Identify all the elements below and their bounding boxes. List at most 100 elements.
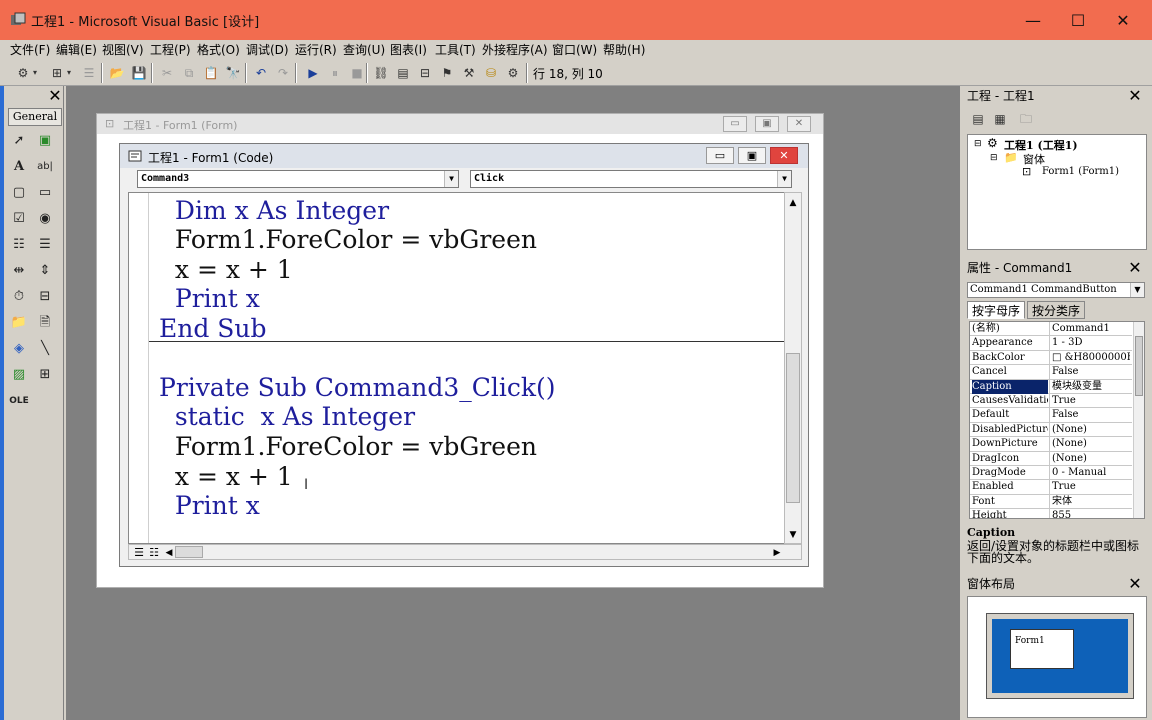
scroll-right-icon[interactable]: ▶ bbox=[769, 545, 785, 561]
horizontal-scroll-thumb[interactable] bbox=[175, 546, 203, 558]
paste-icon[interactable]: 📋 bbox=[202, 64, 220, 82]
code-editor[interactable]: Dim x As Integer Form1.ForeColor = vbGre… bbox=[128, 192, 785, 544]
code-vertical-scrollbar[interactable]: ▲ ▼ bbox=[784, 192, 802, 544]
find-icon[interactable]: 🔭 bbox=[224, 64, 242, 82]
menu-run[interactable]: 运行(R) bbox=[295, 40, 337, 60]
hscrollbar-tool-icon[interactable]: ⇹ bbox=[8, 260, 30, 282]
ole-tool-icon[interactable]: OLE bbox=[8, 390, 30, 412]
dirlistbox-tool-icon[interactable]: 📁 bbox=[8, 312, 30, 334]
property-value[interactable]: □ &H8000000F bbox=[1052, 351, 1130, 365]
property-value[interactable]: False bbox=[1052, 365, 1130, 379]
project-tree[interactable]: ⊟ ⚙ 工程1 (工程1) ⊟ 📁 窗体 ⊡ Form1 (Form1) bbox=[967, 134, 1147, 250]
toolbox-close-icon[interactable]: ✕ bbox=[46, 88, 64, 104]
code-line[interactable]: x = x + 1 bbox=[159, 462, 293, 492]
code-window-titlebar[interactable]: 工程1 - Form1 (Code) ▭ ▣ ✕ bbox=[120, 144, 808, 168]
property-row[interactable]: (名称) Command1 bbox=[970, 322, 1132, 337]
tab-alphabetic[interactable]: 按字母序 bbox=[967, 301, 1026, 319]
menu-file[interactable]: 文件(F) bbox=[10, 40, 50, 60]
property-row[interactable]: DragIcon (None) bbox=[970, 452, 1132, 466]
property-value[interactable]: False bbox=[1052, 408, 1130, 422]
data-view-icon[interactable]: ⛁ bbox=[482, 64, 500, 82]
commandbutton-tool-icon[interactable]: ▭ bbox=[34, 182, 56, 204]
scroll-up-icon[interactable]: ▲ bbox=[785, 195, 801, 211]
menu-format[interactable]: 格式(O) bbox=[197, 40, 240, 60]
menu-addins[interactable]: 外接程序(A) bbox=[482, 40, 548, 60]
listbox-tool-icon[interactable]: ☰ bbox=[34, 234, 56, 256]
code-line[interactable]: Print x bbox=[159, 284, 260, 314]
menu-view[interactable]: 视图(V) bbox=[102, 40, 144, 60]
component-manager-icon[interactable]: ⚙ bbox=[504, 64, 522, 82]
tree-collapse-icon[interactable]: ⊟ bbox=[990, 153, 998, 163]
scroll-down-icon[interactable]: ▼ bbox=[785, 527, 801, 543]
timer-tool-icon[interactable]: ⏱ bbox=[8, 286, 30, 308]
minimize-button[interactable]: — bbox=[1010, 6, 1056, 36]
project-explorer-icon[interactable]: ⛓ bbox=[372, 64, 390, 82]
property-row[interactable]: DragMode 0 - Manual bbox=[970, 466, 1132, 481]
chevron-down-icon[interactable]: ▼ bbox=[444, 171, 458, 187]
break-icon[interactable]: ⏸ bbox=[326, 64, 344, 82]
vscrollbar-tool-icon[interactable]: ⇕ bbox=[34, 260, 56, 282]
toggle-folders-icon[interactable]: 🗀 bbox=[1017, 110, 1035, 128]
property-row[interactable]: Default False bbox=[970, 408, 1132, 423]
property-row[interactable]: CausesValidation True bbox=[970, 394, 1132, 409]
tab-categorized[interactable]: 按分类序 bbox=[1027, 301, 1086, 319]
object-browser-icon[interactable]: ⚑ bbox=[438, 64, 456, 82]
save-project-icon[interactable]: 💾 bbox=[130, 64, 148, 82]
code-minimize-button[interactable]: ▭ bbox=[706, 147, 734, 164]
menu-window[interactable]: 窗口(W) bbox=[552, 40, 597, 60]
form-close-button[interactable]: ✕ bbox=[787, 116, 811, 132]
menu-editor-icon[interactable]: ☰ bbox=[80, 64, 98, 82]
tree-form-node[interactable]: Form1 (Form1) bbox=[1042, 166, 1119, 177]
close-button[interactable]: ✕ bbox=[1100, 6, 1146, 36]
property-value[interactable]: (None) bbox=[1052, 437, 1130, 451]
form-minimize-button[interactable]: ▭ bbox=[723, 116, 747, 132]
property-row[interactable]: Caption 模块级变量 bbox=[970, 379, 1132, 394]
property-value[interactable]: 855 bbox=[1052, 509, 1130, 518]
object-selector[interactable]: Command1 CommandButton ▼ bbox=[967, 282, 1145, 298]
menu-help[interactable]: 帮助(H) bbox=[603, 40, 645, 60]
toolbox-icon[interactable]: ⚒ bbox=[460, 64, 478, 82]
maximize-button[interactable]: ☐ bbox=[1055, 6, 1101, 36]
cut-icon[interactable]: ✂ bbox=[158, 64, 176, 82]
picturebox-tool-icon[interactable]: ▣ bbox=[34, 130, 56, 152]
procedure-combo[interactable]: Click ▼ bbox=[470, 170, 792, 188]
textbox-tool-icon[interactable]: ab| bbox=[34, 156, 56, 178]
property-row[interactable]: DisabledPicture (None) bbox=[970, 423, 1132, 438]
code-maximize-button[interactable]: ▣ bbox=[738, 147, 766, 164]
property-value[interactable]: 0 - Manual bbox=[1052, 466, 1130, 480]
add-form-dropdown-icon[interactable]: ▾ bbox=[64, 64, 74, 82]
image-tool-icon[interactable]: ▨ bbox=[8, 364, 30, 386]
pointer-tool-icon[interactable]: ➚ bbox=[8, 130, 30, 152]
form-layout-close-icon[interactable]: ✕ bbox=[1126, 575, 1144, 593]
code-line[interactable]: Print x bbox=[159, 491, 260, 521]
code-line[interactable]: End Sub bbox=[159, 314, 267, 344]
property-value[interactable]: 宋体 bbox=[1052, 495, 1130, 509]
line-tool-icon[interactable]: ╲ bbox=[34, 338, 56, 360]
property-value[interactable]: 模块级变量 bbox=[1052, 380, 1130, 394]
menu-tools[interactable]: 工具(T) bbox=[435, 40, 476, 60]
label-tool-icon[interactable]: A bbox=[8, 156, 30, 178]
start-icon[interactable]: ▶ bbox=[304, 64, 322, 82]
property-value[interactable]: (None) bbox=[1052, 423, 1130, 437]
add-project-dropdown-icon[interactable]: ▾ bbox=[30, 64, 40, 82]
property-row[interactable]: Height 855 bbox=[970, 509, 1132, 518]
property-scroll-thumb[interactable] bbox=[1135, 336, 1143, 396]
property-value[interactable]: 1 - 3D bbox=[1052, 336, 1130, 350]
end-icon[interactable]: ■ bbox=[348, 64, 366, 82]
menu-query[interactable]: 查询(U) bbox=[343, 40, 385, 60]
properties-window-icon[interactable]: ▤ bbox=[394, 64, 412, 82]
property-row[interactable]: Enabled True bbox=[970, 480, 1132, 495]
form-maximize-button[interactable]: ▣ bbox=[755, 116, 779, 132]
view-object-icon[interactable]: ▦ bbox=[991, 110, 1009, 128]
code-line[interactable]: Form1.ForeColor = vbGreen bbox=[159, 432, 537, 462]
view-code-icon[interactable]: ▤ bbox=[969, 110, 987, 128]
menu-project[interactable]: 工程(P) bbox=[150, 40, 191, 60]
checkbox-tool-icon[interactable]: ☑ bbox=[8, 208, 30, 230]
shape-tool-icon[interactable]: ◈ bbox=[8, 338, 30, 360]
open-project-icon[interactable]: 📂 bbox=[108, 64, 126, 82]
property-row[interactable]: Cancel False bbox=[970, 365, 1132, 380]
data-tool-icon[interactable]: ⊞ bbox=[34, 364, 56, 386]
drivelistbox-tool-icon[interactable]: ⊟ bbox=[34, 286, 56, 308]
object-combo[interactable]: Command3 ▼ bbox=[137, 170, 459, 188]
redo-icon[interactable]: ↷ bbox=[274, 64, 292, 82]
